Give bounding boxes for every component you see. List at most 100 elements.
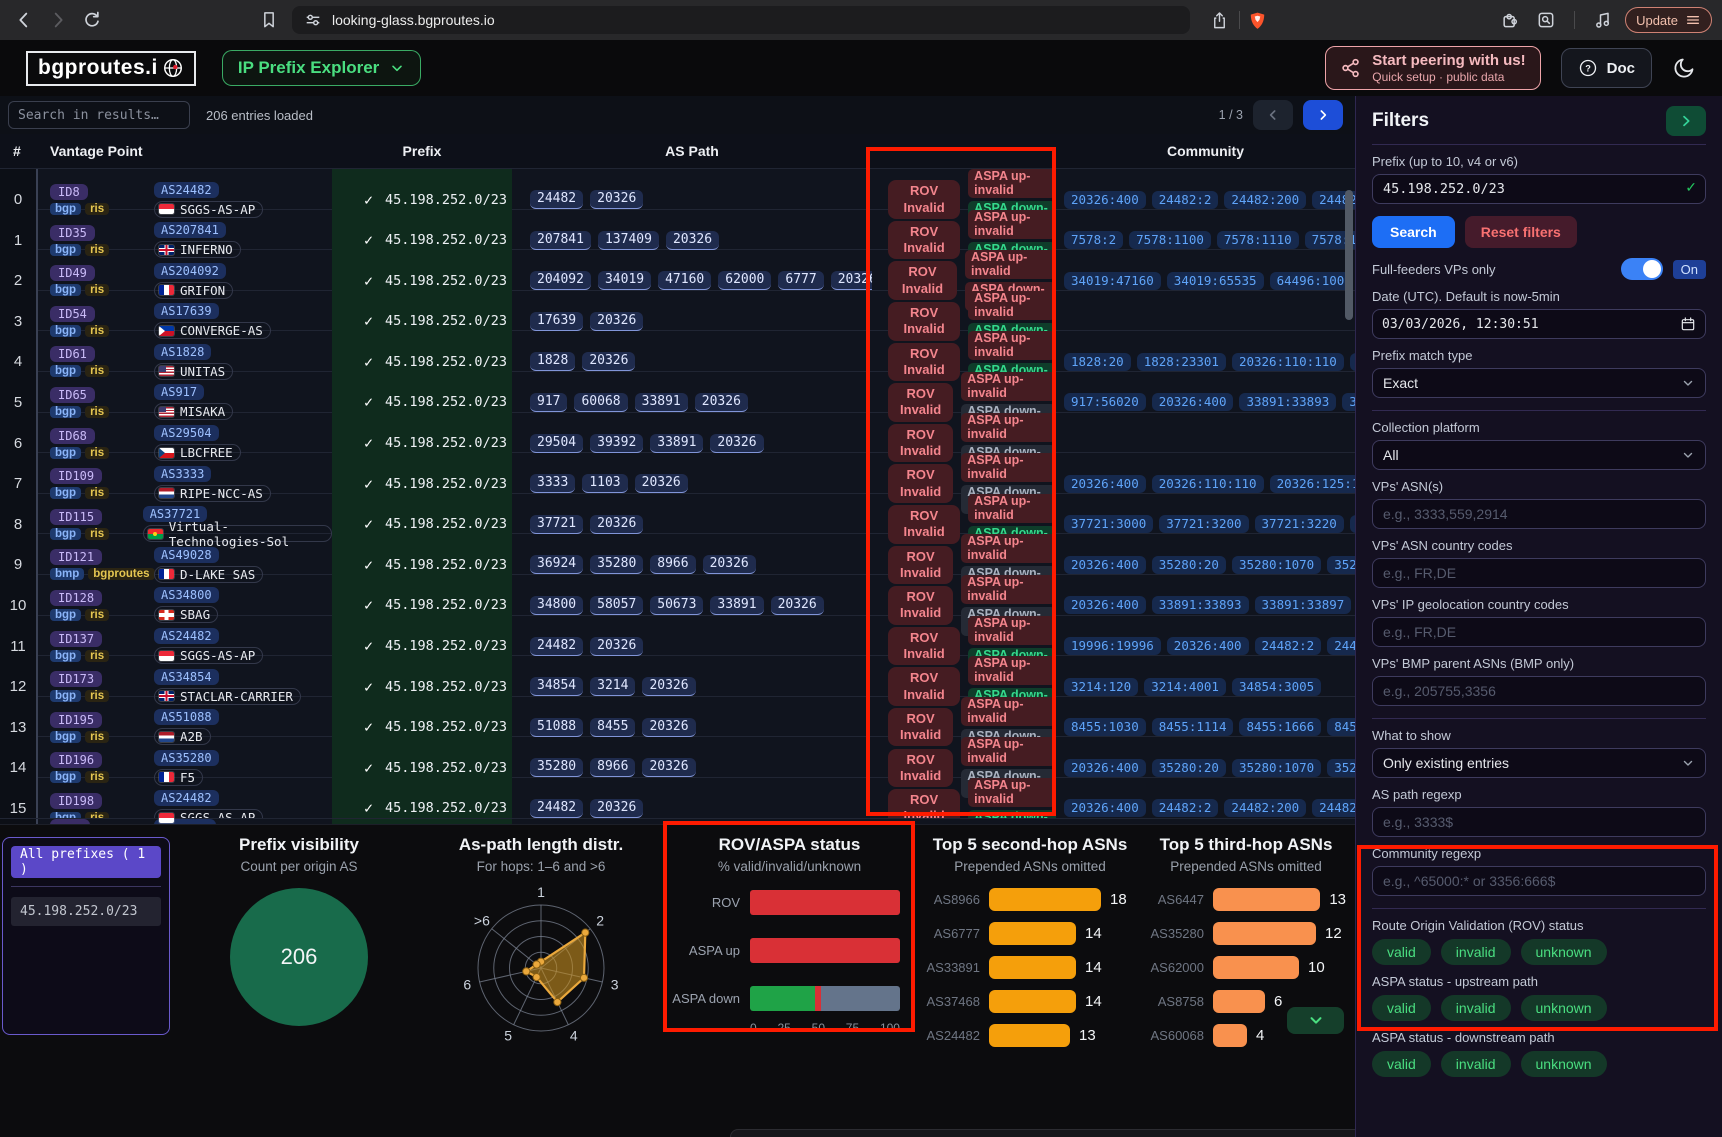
as-path-hop[interactable]: 51088 [530, 718, 583, 737]
community-regexp-input[interactable] [1372, 866, 1706, 896]
search-button[interactable]: Search [1372, 216, 1455, 248]
as-path-hop[interactable]: 62000 [718, 271, 771, 290]
media-icon[interactable] [1589, 6, 1617, 34]
vp-asn-badge[interactable]: AS49028 [154, 547, 219, 563]
tool-selector[interactable]: IP Prefix Explorer [222, 50, 421, 86]
vp-asn-badge[interactable]: AS35280 [154, 750, 219, 766]
vp-asn-badge[interactable]: AS3333 [154, 466, 211, 482]
as-path-hop[interactable]: 35280 [530, 758, 583, 777]
as-path-hop[interactable]: 47160 [658, 271, 711, 290]
table-row[interactable]: 9 ID121 bmpbgproutes AS49028 D-LAKE SAS … [0, 533, 1355, 574]
url-bar[interactable]: looking-glass.bgproutes.io [292, 6, 1190, 34]
vp-asn-badge[interactable]: AS917 [154, 384, 204, 400]
aspa-down-unknown-pill[interactable]: unknown [1521, 1051, 1607, 1077]
prev-page-button[interactable] [1253, 100, 1293, 130]
as-path-hop[interactable]: 207841 [530, 231, 591, 250]
as-path-hop[interactable]: 24482 [530, 190, 583, 209]
as-path-hop[interactable]: 20326 [695, 393, 748, 412]
aspa-up-unknown-pill[interactable]: unknown [1521, 995, 1607, 1021]
vps-bmp-input[interactable] [1372, 676, 1706, 706]
vp-asn-badge[interactable]: AS207841 [154, 222, 226, 238]
table-row[interactable]: 14 ID196 bgpris AS35280 F5 ✓45.198.252.0… [0, 736, 1355, 777]
prefix-filter-field[interactable]: ✓ [1372, 174, 1706, 204]
refresh-icon[interactable] [78, 6, 106, 34]
date-input[interactable]: 03/03/2026, 12:30:51 [1372, 309, 1706, 339]
vp-asn-badge[interactable]: AS34854 [154, 669, 219, 685]
match-type-select[interactable]: Exact [1372, 368, 1706, 398]
as-path-hop[interactable]: 20326 [642, 758, 695, 777]
vp-asn-badge[interactable]: AS29504 [154, 425, 219, 441]
vp-asn-badge[interactable]: AS24482 [154, 182, 219, 198]
table-row[interactable]: 1 ID35 bgpris AS207841 INFERNO ✓45.198.2… [0, 209, 1355, 250]
update-button[interactable]: Update [1625, 7, 1712, 33]
as-path-hop[interactable]: 33891 [635, 393, 688, 412]
rov-valid-pill[interactable]: valid [1372, 939, 1431, 965]
platform-select[interactable]: All [1372, 440, 1706, 470]
as-path-hop[interactable]: 35280 [590, 555, 643, 574]
table-row[interactable]: 13 ID195 bgpris AS51088 A2B ✓45.198.252.… [0, 696, 1355, 737]
as-path-hop[interactable]: 24482 [530, 637, 583, 656]
aspa-down-valid-pill[interactable]: valid [1372, 1051, 1431, 1077]
table-row[interactable]: 3 ID54 bgpris AS17639 CONVERGE-AS ✓45.19… [0, 290, 1355, 331]
table-row[interactable]: 8 ID115 bgpris AS37721 Virtual-Technolog… [0, 493, 1355, 534]
table-row[interactable]: 15 ID198 bgpris AS24482 SGGS-AS-AP ✓45.1… [0, 777, 1355, 818]
as-path-hop[interactable]: 33891 [710, 596, 763, 615]
vp-asn-badge[interactable]: AS17639 [154, 303, 219, 319]
as-path-hop[interactable]: 20326 [771, 596, 824, 615]
as-path-hop[interactable]: 60068 [574, 393, 627, 412]
as-path-hop[interactable]: 50673 [650, 596, 703, 615]
vps-geo-input[interactable] [1372, 617, 1706, 647]
extensions-icon[interactable] [1496, 6, 1524, 34]
brave-shield-icon[interactable] [1243, 6, 1271, 34]
as-path-hop[interactable]: 20326 [590, 637, 643, 656]
back-icon[interactable] [10, 6, 38, 34]
as-path-hop[interactable]: 34854 [530, 677, 583, 696]
site-settings-icon[interactable] [304, 11, 322, 29]
start-peering-button[interactable]: Start peering with us! Quick setup · pub… [1325, 46, 1540, 90]
table-row[interactable]: 10 ID128 bgpris AS34800 SBAG ✓45.198.252… [0, 574, 1355, 615]
vp-asn-badge[interactable]: AS51088 [154, 709, 219, 725]
table-row[interactable]: 6 ID68 bgpris AS29504 LBCFREE ✓45.198.25… [0, 412, 1355, 453]
doc-button[interactable]: ? Doc [1561, 48, 1652, 88]
table-row[interactable]: 4 ID61 bgpris AS1828 UNITAS ✓45.198.252.… [0, 330, 1355, 371]
table-row[interactable]: 0 ID8 bgpris AS24482 SGGS-AS-AP ✓45.198.… [0, 168, 1355, 209]
as-path-hop[interactable]: 1103 [582, 474, 627, 493]
as-path-hop[interactable]: 20326 [642, 677, 695, 696]
table-row[interactable]: 11 ID137 bgpris AS24482 SGGS-AS-AP ✓45.1… [0, 615, 1355, 656]
what-to-show-select[interactable]: Only existing entries [1372, 748, 1706, 778]
logo[interactable]: bgproutes.i [26, 51, 196, 86]
as-path-hop[interactable]: 137409 [598, 231, 659, 250]
aspath-regexp-input[interactable] [1372, 807, 1706, 837]
as-path-hop[interactable]: 8966 [650, 555, 695, 574]
collapse-filters-button[interactable] [1666, 106, 1706, 136]
share-icon[interactable] [1205, 6, 1233, 34]
aspa-up-valid-pill[interactable]: valid [1372, 995, 1431, 1021]
scroll-down-button[interactable] [1287, 1007, 1344, 1034]
next-page-button[interactable] [1303, 100, 1343, 130]
as-path-hop[interactable]: 20326 [590, 190, 643, 209]
vps-cc-input[interactable] [1372, 558, 1706, 588]
aspa-down-invalid-pill[interactable]: invalid [1441, 1051, 1511, 1077]
vp-asn-badge[interactable]: AS204092 [154, 263, 226, 279]
as-path-hop[interactable]: 20326 [710, 434, 763, 453]
as-path-hop[interactable]: 20326 [642, 718, 695, 737]
as-path-hop[interactable]: 8966 [590, 758, 635, 777]
search-input[interactable] [8, 101, 190, 129]
as-path-hop[interactable]: 20326 [635, 474, 688, 493]
search-tabs-icon[interactable] [1532, 6, 1560, 34]
reset-filters-button[interactable]: Reset filters [1465, 216, 1577, 248]
as-path-hop[interactable]: 36924 [530, 555, 583, 574]
table-row[interactable]: 12 ID173 bgpris AS34854 STACLAR-CARRIER … [0, 655, 1355, 696]
as-path-hop[interactable]: 20326 [590, 515, 643, 534]
as-path-hop[interactable]: 3333 [530, 474, 575, 493]
vps-asn-input[interactable] [1372, 499, 1706, 529]
as-path-hop[interactable]: 37721 [530, 515, 583, 534]
as-path-hop[interactable]: 20326 [703, 555, 756, 574]
vp-asn-badge[interactable]: AS1828 [154, 344, 211, 360]
as-path-hop[interactable]: 1828 [530, 352, 575, 371]
as-path-hop[interactable]: 39392 [590, 434, 643, 453]
vp-asn-badge[interactable]: AS34800 [154, 587, 219, 603]
as-path-hop[interactable]: 58057 [590, 596, 643, 615]
as-path-hop[interactable]: 20326 [831, 271, 872, 290]
aspa-up-invalid-pill[interactable]: invalid [1441, 995, 1511, 1021]
